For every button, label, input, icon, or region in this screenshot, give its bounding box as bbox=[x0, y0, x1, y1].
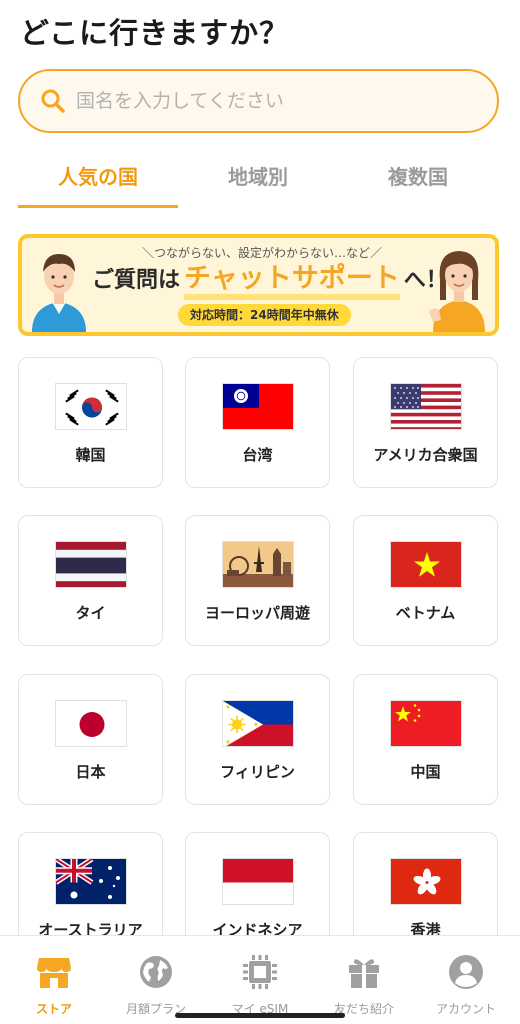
tab-multi-country[interactable]: 複数国 bbox=[338, 150, 498, 206]
page-title: どこに行きますか？ bbox=[20, 16, 290, 50]
country-card-usa[interactable]: アメリカ合衆国 bbox=[353, 357, 498, 488]
nav-label: アカウント bbox=[435, 1002, 496, 1016]
gift-icon bbox=[349, 959, 379, 988]
bottom-navigation: ストア 月額プラン マイ eSIM 友だち紹介 アカウント bbox=[0, 935, 520, 1024]
support-woman-illustration bbox=[429, 251, 485, 332]
tab-underline bbox=[18, 205, 178, 208]
home-indicator bbox=[175, 1013, 345, 1018]
nav-label: ストア bbox=[35, 1002, 72, 1016]
globe-icon bbox=[140, 956, 172, 988]
nav-store[interactable]: ストア bbox=[2, 936, 106, 1024]
banner-highlight: チャットサポート bbox=[184, 264, 400, 300]
country-card-europe[interactable]: ヨーロッパ周遊 bbox=[185, 515, 330, 646]
search-bar[interactable] bbox=[18, 69, 499, 133]
banner-headline: ご質問は チャットサポート へ！ bbox=[92, 262, 448, 300]
korea-flag bbox=[55, 383, 127, 430]
usa-flag bbox=[390, 383, 462, 430]
banner-prefix: ご質問は bbox=[92, 268, 181, 293]
nav-my-esim[interactable]: マイ eSIM bbox=[208, 936, 312, 1024]
country-card-philippines[interactable]: フィリピン bbox=[185, 674, 330, 805]
store-icon bbox=[37, 958, 71, 988]
china-flag bbox=[390, 700, 462, 747]
account-icon bbox=[449, 955, 483, 989]
taiwan-flag bbox=[222, 383, 294, 430]
country-card-thailand[interactable]: タイ bbox=[18, 515, 163, 646]
search-input[interactable] bbox=[76, 90, 456, 112]
japan-flag bbox=[55, 700, 127, 747]
tab-popular[interactable]: 人気の国 bbox=[18, 150, 178, 206]
country-label: 韓国 bbox=[75, 446, 106, 464]
thailand-flag bbox=[55, 541, 127, 588]
country-card-japan[interactable]: 日本 bbox=[18, 674, 163, 805]
australia-flag bbox=[55, 858, 127, 905]
tab-by-region[interactable]: 地域別 bbox=[178, 150, 338, 206]
country-label: フィリピン bbox=[220, 763, 295, 781]
support-man-illustration bbox=[32, 254, 86, 332]
country-label: タイ bbox=[75, 604, 106, 622]
country-card-korea[interactable]: 韓国 bbox=[18, 357, 163, 488]
country-label: ヨーロッパ周遊 bbox=[204, 604, 310, 622]
country-label: 台湾 bbox=[242, 446, 273, 464]
nav-refer-friends[interactable]: 友だち紹介 bbox=[312, 936, 416, 1024]
tab-bar: 人気の国 地域別 複数国 bbox=[18, 150, 502, 210]
country-label: ベトナム bbox=[395, 604, 456, 622]
search-icon bbox=[41, 89, 65, 113]
banner-subtext: ＼つながらない、設定がわからない…など／ bbox=[142, 246, 383, 260]
vietnam-flag bbox=[390, 541, 462, 588]
sim-chip-icon bbox=[243, 955, 277, 989]
country-card-vietnam[interactable]: ベトナム bbox=[353, 515, 498, 646]
indonesia-flag bbox=[222, 858, 294, 905]
country-label: アメリカ合衆国 bbox=[373, 446, 478, 464]
country-label: 中国 bbox=[410, 763, 441, 781]
hongkong-flag bbox=[390, 858, 462, 905]
nav-monthly-plan[interactable]: 月額プラン bbox=[104, 936, 208, 1024]
chat-support-banner[interactable]: ＼つながらない、設定がわからない…など／ ご質問は チャットサポート へ！ 対応… bbox=[18, 234, 499, 336]
banner-hours-badge: 対応時間：24時間年中無休 bbox=[178, 304, 351, 326]
nav-account[interactable]: アカウント bbox=[414, 936, 518, 1024]
europe-tour-icon bbox=[222, 541, 294, 588]
country-card-china[interactable]: 中国 bbox=[353, 674, 498, 805]
philippines-flag bbox=[222, 700, 294, 747]
country-card-taiwan[interactable]: 台湾 bbox=[185, 357, 330, 488]
country-label: 日本 bbox=[75, 763, 106, 781]
